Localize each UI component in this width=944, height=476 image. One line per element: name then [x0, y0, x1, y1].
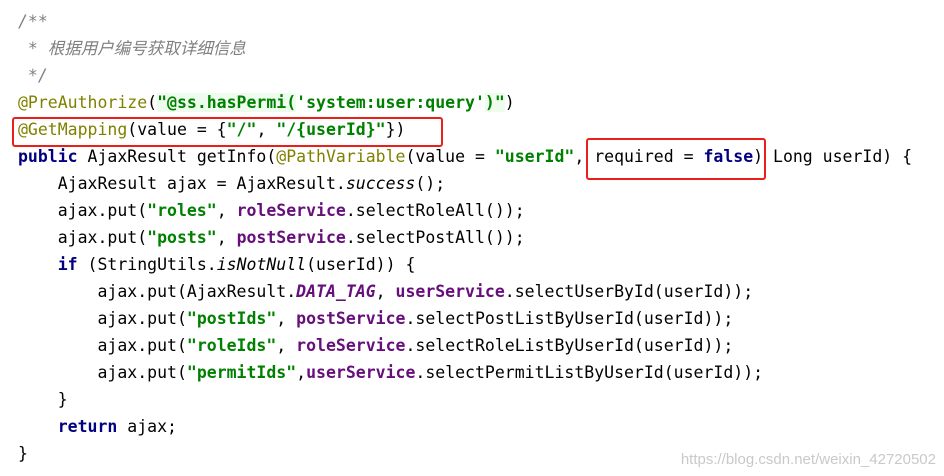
key-string: "roleIds" — [186, 336, 277, 355]
code-line: * 根据用户编号获取详细信息 — [18, 35, 912, 62]
code-line: ajax.put("roleIds", roleService.selectRo… — [18, 336, 734, 355]
code-line: /** — [18, 8, 912, 35]
path-string: "/{userId}" — [276, 120, 386, 139]
static-method: isNotNull — [216, 255, 307, 274]
path-string: "/" — [226, 120, 257, 139]
key-string: "postIds" — [186, 309, 277, 328]
code-line: return ajax; — [57, 417, 177, 436]
field-ref: userService — [395, 282, 505, 301]
code-line: @PreAuthorize("@ss.hasPermi('system:user… — [18, 93, 515, 112]
keyword-public: public — [18, 147, 78, 166]
code-line: if (StringUtils.isNotNull(userId)) { — [57, 255, 416, 274]
param-name-string: "userId" — [494, 147, 575, 166]
keyword-if: if — [57, 255, 78, 274]
doc-comment-end: */ — [18, 66, 48, 85]
key-string: "posts" — [147, 228, 217, 247]
field-ref: roleService — [296, 336, 406, 355]
code-line: */ — [18, 62, 912, 89]
code-line: ajax.put("permitIds",userService.selectP… — [18, 363, 764, 382]
static-field: DATA_TAG — [296, 282, 376, 301]
watermark: https://blog.csdn.net/weixin_42720502 — [680, 451, 936, 468]
key-string: "permitIds" — [186, 363, 297, 382]
code-line: AjaxResult ajax = AjaxResult.success(); — [18, 174, 446, 193]
code-line: @GetMapping(value = {"/", "/{userId}"}) — [18, 120, 406, 139]
static-method: success — [345, 174, 416, 193]
doc-comment-text: * 根据用户编号获取详细信息 — [18, 39, 246, 58]
keyword-return: return — [57, 417, 118, 436]
code-editor[interactable]: /** * 根据用户编号获取详细信息 */ @PreAuthorize("@ss… — [18, 8, 912, 467]
doc-comment-start: /** — [18, 12, 48, 31]
field-ref: postService — [236, 228, 346, 247]
code-line: ajax.put(AjaxResult.DATA_TAG, userServic… — [18, 282, 754, 301]
code-line: } — [18, 390, 68, 409]
annotation-getmapping: @GetMapping — [18, 120, 128, 139]
code-line: public AjaxResult getInfo(@PathVariable(… — [18, 147, 913, 166]
field-ref: roleService — [236, 201, 346, 220]
spel-string-end: )" — [484, 93, 505, 112]
spel-string: "@ss.hasPermi( — [157, 93, 297, 112]
code-line: ajax.put("postIds", postService.selectPo… — [18, 309, 734, 328]
key-string: "roles" — [147, 201, 217, 220]
code-line: ajax.put("roles", roleService.selectRole… — [18, 201, 525, 220]
keyword-false: false — [703, 147, 754, 166]
annotation-pathvariable: @PathVariable — [276, 147, 406, 166]
field-ref: postService — [296, 309, 406, 328]
code-line: ajax.put("posts", postService.selectPost… — [18, 228, 525, 247]
annotation-preauthorize: @PreAuthorize — [18, 93, 148, 112]
field-ref: userService — [306, 363, 416, 382]
permission-string: 'system:user:query' — [296, 93, 485, 112]
